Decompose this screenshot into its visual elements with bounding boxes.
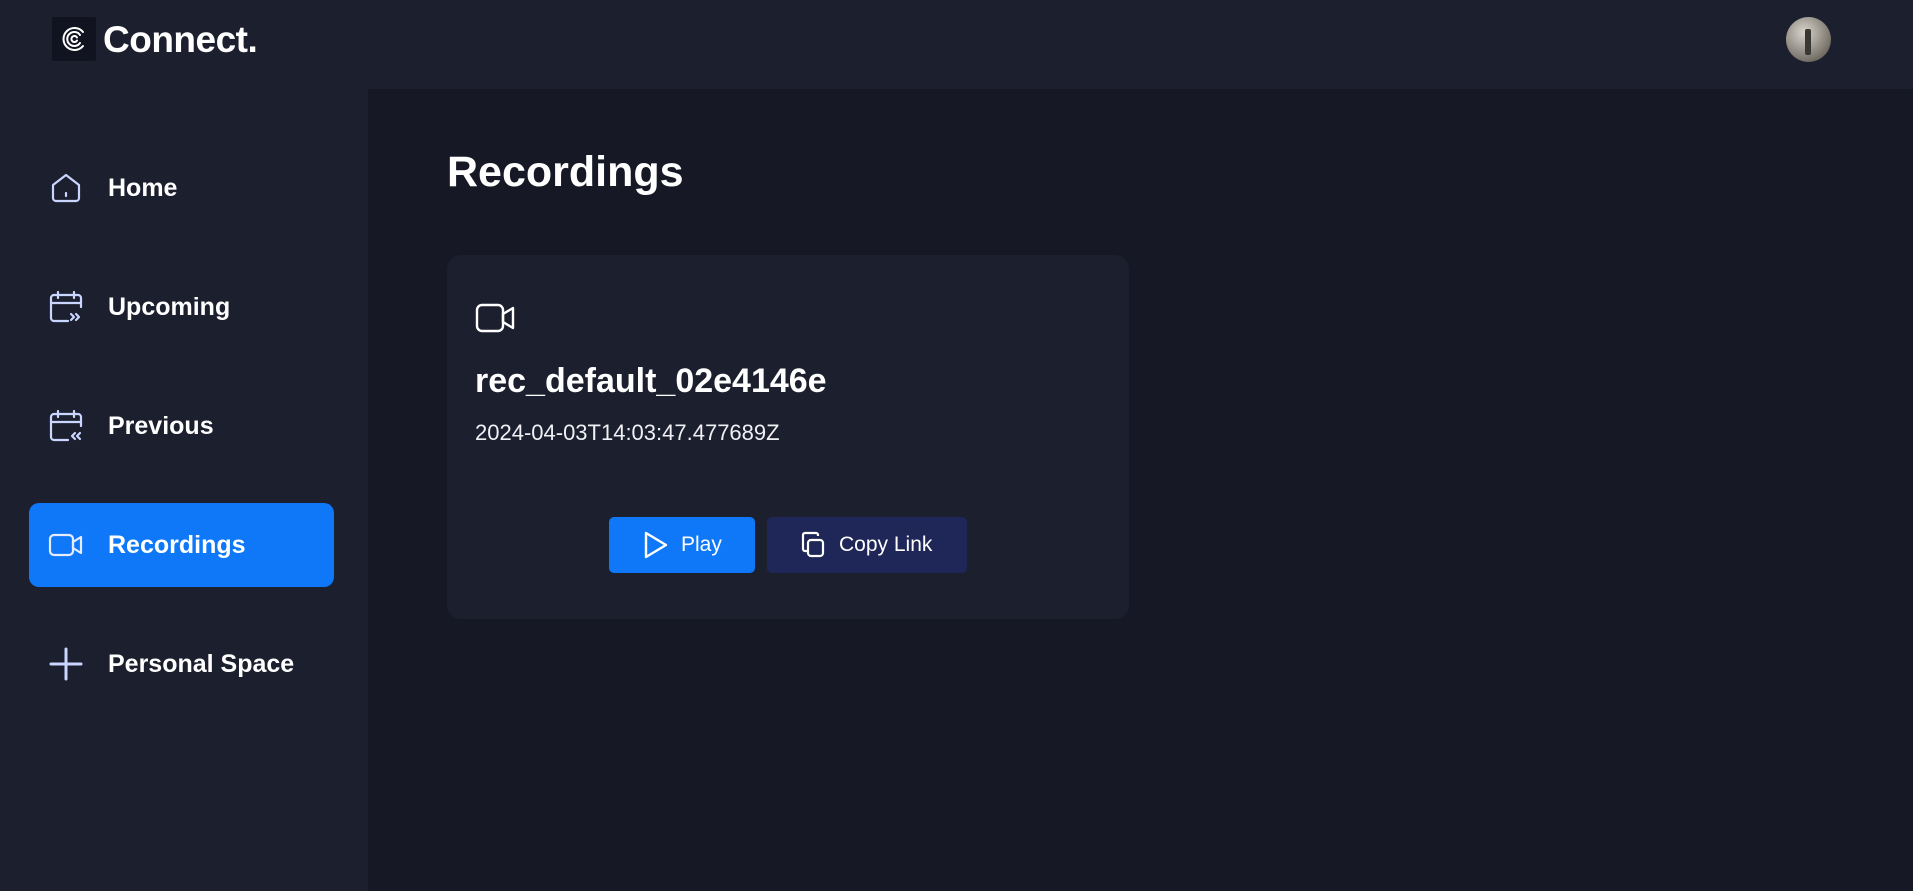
sidebar-item-personal-space[interactable]: Personal Space: [29, 622, 334, 706]
calendar-upcoming-icon: [48, 289, 84, 325]
top-bar: Connect.: [0, 0, 1913, 89]
sidebar-item-label: Personal Space: [108, 649, 295, 678]
recording-name: rec_default_02e4146e: [475, 362, 827, 400]
video-icon: [48, 527, 84, 563]
sidebar-item-home[interactable]: Home: [29, 146, 334, 230]
copy-icon: [799, 531, 827, 559]
play-button-label: Play: [681, 533, 722, 556]
copy-link-button[interactable]: Copy Link: [767, 517, 967, 573]
sidebar-item-label: Upcoming: [108, 292, 231, 321]
recording-card: rec_default_02e4146e 2024-04-03T14:03:47…: [447, 255, 1129, 619]
plus-icon: [48, 646, 84, 682]
recording-timestamp: 2024-04-03T14:03:47.477689Z: [475, 420, 780, 445]
user-avatar[interactable]: [1786, 17, 1831, 62]
sidebar-item-upcoming[interactable]: Upcoming: [29, 265, 334, 349]
sidebar-item-previous[interactable]: Previous: [29, 384, 334, 468]
sidebar-item-recordings[interactable]: Recordings: [29, 503, 334, 587]
calendar-previous-icon: [48, 408, 84, 444]
play-icon: [641, 531, 669, 559]
sidebar-item-label: Home: [108, 173, 178, 202]
video-icon: [475, 298, 515, 338]
c-logo-icon[interactable]: [52, 17, 96, 61]
home-icon: [48, 170, 84, 206]
sidebar-item-label: Previous: [108, 411, 214, 440]
sidebar: Home Upcoming Previous Recordings Person…: [0, 89, 368, 891]
play-button[interactable]: Play: [609, 517, 755, 573]
page-title: Recordings: [447, 148, 684, 196]
copy-link-button-label: Copy Link: [839, 533, 933, 556]
brand-name[interactable]: Connect.: [103, 18, 258, 62]
sidebar-item-label: Recordings: [108, 530, 246, 559]
